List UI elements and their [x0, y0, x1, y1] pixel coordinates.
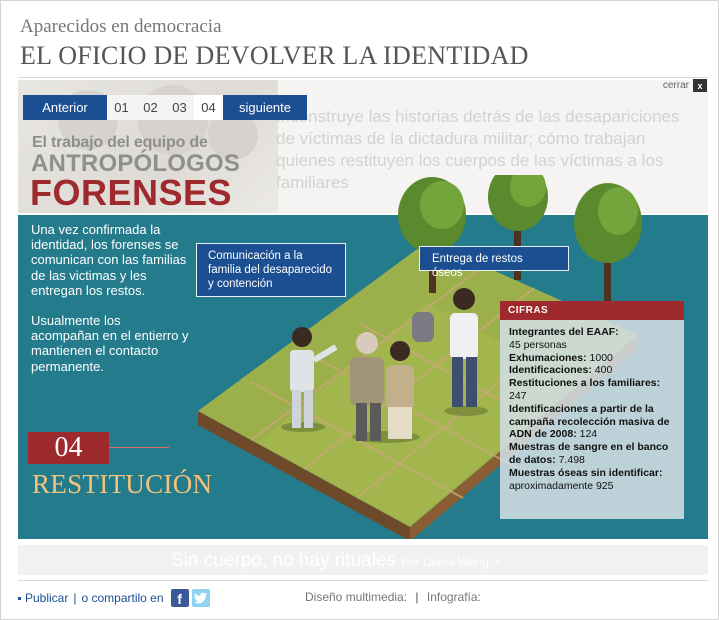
share-text: o compartilo en [81, 591, 164, 605]
footer-divider [18, 580, 708, 581]
figure-item: Exhumaciones: 1000 [509, 351, 613, 364]
design-credit: Diseño multimedia: [305, 590, 408, 604]
credits-separator: | [415, 590, 419, 604]
page-04-button[interactable]: 04 [194, 95, 223, 120]
related-article-link[interactable]: Sin cuerpo, no hay rituales Por Diana Wa… [171, 550, 501, 572]
section-kicker: Aparecidos en democracia [20, 16, 222, 37]
close-icon[interactable]: x [693, 79, 707, 92]
page-02-button[interactable]: 02 [136, 95, 165, 120]
next-button[interactable]: siguiente [223, 95, 307, 120]
figures-list: Integrantes del EAAF: 45 personas Exhumac… [500, 320, 684, 492]
share-bar: Publicar | o compartilo en f [18, 589, 210, 607]
page-title: EL OFICIO DE DEVOLVER LA IDENTIDAD [20, 41, 529, 70]
header-divider [18, 77, 708, 78]
facebook-icon[interactable]: f [170, 589, 189, 607]
figure-item: Muestras óseas sin identificar: aproximad… [509, 466, 663, 492]
step-divider [109, 447, 169, 448]
share-separator: | [73, 591, 77, 605]
twitter-icon[interactable] [191, 589, 210, 607]
speech-bubble-delivery: Entrega de restos óseos [419, 246, 569, 279]
related-article-arrow: » [494, 555, 501, 569]
tree-right [574, 183, 642, 305]
figure-item: Integrantes del EAAF: 45 personas [509, 326, 619, 351]
step-title: RESTITUCIÓN [32, 469, 213, 499]
figures-title: CIFRAS [500, 301, 684, 320]
page-01-button[interactable]: 01 [107, 95, 136, 120]
figures-box: CIFRAS Integrantes del EAAF: 45 personas … [500, 301, 684, 519]
close-label[interactable]: cerrar [663, 80, 689, 91]
figure-item: Identificaciones: 400 [509, 364, 613, 377]
related-article-band[interactable]: Sin cuerpo, no hay rituales Por Diana Wa… [18, 545, 708, 575]
publish-link[interactable]: Publicar [25, 591, 68, 605]
page-03-button[interactable]: 03 [165, 95, 194, 120]
step-number: 04 [28, 432, 109, 464]
infographic-credit: Infografía: [426, 590, 481, 604]
close-control[interactable]: cerrar x [663, 79, 707, 92]
slide-pager: Anterior 01 02 03 04 siguiente [23, 95, 307, 120]
figure-item: Restituciones a los familiares: 247 [509, 377, 661, 402]
credits: Diseño multimedia: | Infografía: [305, 590, 481, 604]
previous-button[interactable]: Anterior [23, 95, 107, 120]
figure-item: Identificaciones a partir de la campaña … [509, 402, 670, 441]
speech-bubble-communication: Comunicación a la familia del desapareci… [196, 243, 346, 297]
related-article-byline: Por Diana Wang [401, 555, 489, 569]
bullet-icon [18, 596, 21, 600]
figure-item: Muestras de sangre en el banco de datos:… [509, 441, 669, 466]
